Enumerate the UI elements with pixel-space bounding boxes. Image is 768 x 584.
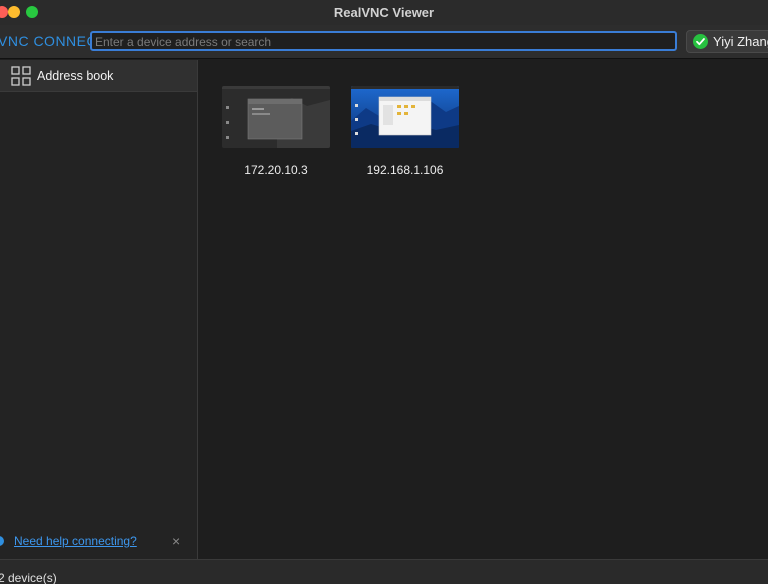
help-banner: Need help connecting? × (0, 530, 197, 552)
sidebar-item-label: Address book (37, 68, 114, 83)
device-label: 172.20.10.3 (244, 163, 308, 177)
window-title: RealVNC Viewer (333, 5, 435, 20)
toolbar: VNC CONNECT Yiyi Zhang (0, 25, 768, 59)
account-button[interactable]: Yiyi Zhang (686, 30, 768, 53)
help-icon (0, 536, 4, 546)
app-window: RealVNC Viewer VNC CONNECT Yiyi Zhang Ad… (0, 0, 768, 584)
sidebar: Address book Need help connecting? × (0, 60, 198, 559)
device-label: 192.168.1.106 (366, 163, 444, 177)
sidebar-item-address-book[interactable]: Address book (0, 60, 197, 92)
device-thumbnail (222, 86, 330, 148)
status-bar: 2 device(s) (0, 559, 768, 584)
device-list: 172.20.10.3 192.168.1.106 (199, 60, 768, 559)
help-link[interactable]: Need help connecting? (14, 534, 137, 548)
grid-icon (11, 65, 31, 86)
search-input[interactable] (92, 34, 675, 50)
device-thumbnail (351, 86, 459, 148)
device-tile[interactable]: 192.168.1.106 (351, 86, 459, 177)
search-box[interactable] (90, 31, 677, 51)
account-name: Yiyi Zhang (713, 34, 768, 49)
device-tile[interactable]: 172.20.10.3 (222, 86, 330, 177)
title-bar: RealVNC Viewer (0, 0, 768, 25)
device-count: 2 device(s) (0, 571, 57, 584)
checkmark-icon (693, 34, 708, 49)
close-icon[interactable]: × (172, 533, 180, 549)
